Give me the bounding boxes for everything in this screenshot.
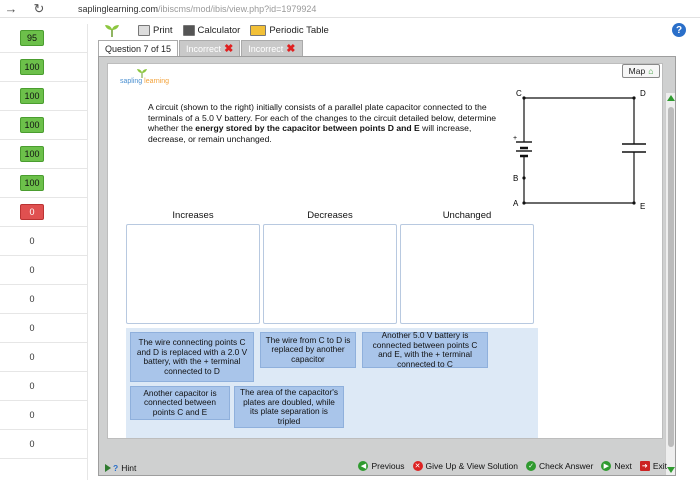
- answer-card[interactable]: The wire connecting points C and D is re…: [130, 332, 254, 382]
- content-scrollbar[interactable]: [665, 93, 675, 475]
- score-row[interactable]: 0: [0, 314, 88, 343]
- score-badge: 100: [20, 146, 44, 162]
- score-badge: 0: [29, 381, 35, 391]
- bin-header-increases: Increases: [172, 210, 214, 221]
- drop-zone-decreases[interactable]: [263, 224, 397, 324]
- label-plus: +: [513, 135, 517, 142]
- logo-leaf-icon: [137, 69, 147, 78]
- incorrect-x-icon: ✖: [224, 43, 234, 55]
- card-tray: The wire connecting points C and D is re…: [126, 328, 538, 438]
- score-column: 95 100 100 100 100 100 0 0 0 0 0 0 0 0 0: [0, 24, 88, 480]
- calculator-icon: [182, 24, 195, 36]
- url-path: /ibiscms/mod/ibis/view.php?id=1979924: [158, 3, 317, 14]
- check-answer-button[interactable]: ✓ Check Answer: [526, 461, 593, 471]
- help-icon[interactable]: ?: [672, 23, 686, 37]
- score-badge: 0: [29, 439, 35, 449]
- exit-icon: ➜: [639, 461, 650, 471]
- score-row[interactable]: 0: [0, 430, 88, 459]
- score-row[interactable]: 100: [0, 169, 88, 198]
- print-button[interactable]: Print: [138, 24, 173, 36]
- back-arrow-icon[interactable]: →: [0, 0, 22, 18]
- question-content: sapling learning Map ⌂ A circuit (shown …: [107, 63, 663, 439]
- score-row[interactable]: 0: [0, 285, 88, 314]
- map-button[interactable]: Map ⌂: [622, 64, 660, 78]
- hint-button[interactable]: ? Hint: [105, 463, 136, 473]
- bottom-bar: ? Hint ◀ Previous ✕ Give Up & View Solutio…: [103, 461, 669, 475]
- calculator-button[interactable]: Calculator: [182, 24, 240, 36]
- toolbar: Print Calculator Periodic Table ?: [94, 20, 694, 40]
- tab-question[interactable]: Question 7 of 15: [98, 40, 179, 56]
- give-up-button[interactable]: ✕ Give Up & View Solution: [412, 461, 518, 471]
- score-row[interactable]: 95: [0, 24, 88, 53]
- periodic-table-icon: [250, 24, 267, 36]
- circuit-diagram: C D B A E +: [513, 89, 646, 211]
- score-badge: 0: [20, 204, 44, 220]
- score-row[interactable]: 100: [0, 111, 88, 140]
- label-c: C: [516, 89, 522, 98]
- label-a: A: [513, 199, 519, 208]
- score-row[interactable]: 0: [0, 401, 88, 430]
- drop-zone-increases[interactable]: [126, 224, 260, 324]
- action-buttons: ◀ Previous ✕ Give Up & View Solution ✓ Chec…: [350, 461, 667, 471]
- score-badge: 0: [29, 323, 35, 333]
- score-badge: 0: [29, 236, 35, 246]
- score-badge: 100: [20, 59, 44, 75]
- score-row[interactable]: 0: [0, 372, 88, 401]
- sapling-logo: sapling learning: [120, 78, 170, 85]
- score-row[interactable]: 0: [0, 227, 88, 256]
- expand-triangle-icon: [105, 464, 111, 472]
- map-icon: ⌂: [648, 66, 654, 76]
- question-frame: sapling learning Map ⌂ A circuit (shown …: [98, 56, 676, 476]
- tab-incorrect-1[interactable]: Incorrect ✖: [179, 40, 241, 56]
- next-icon: ▶: [601, 461, 612, 471]
- answer-card[interactable]: Another 5.0 V battery is connected betwe…: [362, 330, 488, 368]
- address-bar[interactable]: saplinglearning.com/ibiscms/mod/ibis/vie…: [78, 4, 316, 14]
- url-host: saplinglearning.com: [78, 3, 159, 14]
- score-badge: 0: [29, 410, 35, 420]
- bin-header-decreases: Decreases: [307, 210, 353, 221]
- score-badge: 100: [20, 117, 44, 133]
- label-d: D: [640, 89, 646, 98]
- next-button[interactable]: ▶ Next: [601, 461, 632, 471]
- answer-card[interactable]: Another capacitor is connected between p…: [130, 386, 230, 420]
- scroll-up-icon[interactable]: [667, 95, 675, 101]
- answer-card[interactable]: The area of the capacitor's plates are d…: [234, 386, 344, 428]
- score-badge: 100: [20, 175, 44, 191]
- score-badge: 0: [29, 265, 35, 275]
- tab-incorrect-2[interactable]: Incorrect ✖: [241, 40, 303, 56]
- score-row[interactable]: 0: [0, 198, 88, 227]
- label-e: E: [640, 202, 645, 211]
- reload-icon[interactable]: ↻: [28, 0, 50, 18]
- main-panel: Print Calculator Periodic Table ? Questi…: [94, 20, 694, 476]
- question-tabs: Question 7 of 15 Incorrect ✖ Incorrect ✖: [98, 40, 304, 56]
- score-row[interactable]: 0: [0, 256, 88, 285]
- browser-bar: → ↻ saplinglearning.com/ibiscms/mod/ibis…: [0, 0, 700, 18]
- label-b: B: [513, 174, 518, 183]
- periodic-table-button[interactable]: Periodic Table: [250, 24, 329, 36]
- previous-button[interactable]: ◀ Previous: [358, 461, 405, 471]
- exit-button[interactable]: ➜ Exit: [639, 461, 667, 471]
- score-badge: 0: [29, 294, 35, 304]
- sapling-leaf-icon: [102, 22, 122, 38]
- incorrect-x-icon: ✖: [286, 43, 296, 55]
- bin-header-unchanged: Unchanged: [442, 210, 492, 221]
- score-badge: 95: [20, 30, 44, 46]
- question-mark-icon: ?: [113, 463, 119, 473]
- scroll-thumb[interactable]: [668, 107, 674, 447]
- drop-zone-unchanged[interactable]: [400, 224, 534, 324]
- score-badge: 100: [20, 88, 44, 104]
- check-icon: ✓: [526, 461, 536, 471]
- score-badge: 0: [29, 352, 35, 362]
- previous-icon: ◀: [358, 461, 369, 471]
- give-up-icon: ✕: [412, 461, 423, 471]
- score-row[interactable]: 100: [0, 140, 88, 169]
- score-row[interactable]: 0: [0, 343, 88, 372]
- score-row[interactable]: 100: [0, 82, 88, 111]
- score-row[interactable]: 100: [0, 53, 88, 82]
- answer-card[interactable]: The wire from C to D is replaced by anot…: [260, 332, 356, 368]
- question-text: A circuit (shown to the right) initially…: [148, 102, 497, 144]
- printer-icon: [138, 24, 150, 36]
